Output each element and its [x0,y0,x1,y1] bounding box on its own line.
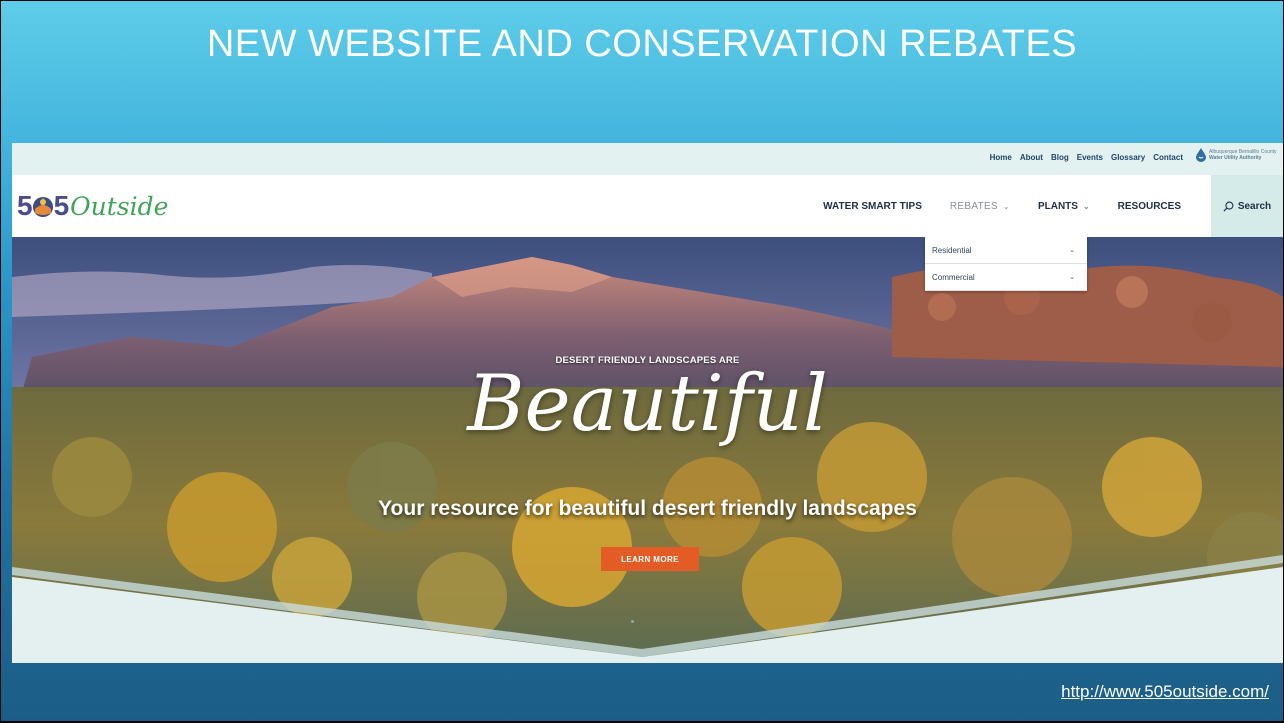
hero-banner: Residential ⌄ Commercial ⌄ DESERT FRIEND… [12,237,1283,663]
slide-title: NEW WEBSITE AND CONSERVATION REBATES [206,23,1078,65]
dropdown-item-commercial[interactable]: Commercial ⌄ [925,264,1087,291]
utility-link-events[interactable]: Events [1077,153,1103,162]
utility-link-glossary[interactable]: Glossary [1111,153,1145,162]
search-icon [1223,201,1234,212]
utility-link-about[interactable]: About [1020,153,1043,162]
main-menu: WATER SMART TIPS REBATES ⌄ PLANTS ⌄ RESO… [823,175,1181,237]
main-navbar: 5 5 Outside WATER SMART TIPS REBATES ⌄ P… [12,175,1283,237]
website-screenshot: Home About Blog Events Glossary Contact … [12,143,1283,663]
utility-link-home[interactable]: Home [990,153,1012,162]
water-drop-icon [1196,148,1206,162]
dropdown-item-label: Residential [932,245,972,255]
site-logo[interactable]: 5 5 Outside [17,189,168,223]
search-label: Search [1237,200,1272,212]
dropdown-item-label: Commercial [932,272,975,282]
logo-digit-suffix: 5 [53,190,70,221]
utility-link-contact[interactable]: Contact [1153,153,1183,162]
dropdown-item-residential[interactable]: Residential ⌄ [925,237,1087,264]
chevron-down-icon: ⌄ [1069,274,1075,281]
utility-links: Home About Blog Events Glossary Contact [990,153,1183,162]
authority-line-2: Water Utility Authority [1209,155,1262,161]
hero-subheadline: Your resource for beautiful desert frien… [378,497,917,520]
website-url-link[interactable]: http://www.505outside.com/ [1061,682,1269,702]
rebates-dropdown-menu: Residential ⌄ Commercial ⌄ [925,237,1087,291]
menu-item-resources[interactable]: RESOURCES [1118,201,1181,212]
menu-item-label: REBATES [949,200,998,212]
utility-bar: Home About Blog Events Glossary Contact … [12,143,1283,175]
utility-link-blog[interactable]: Blog [1051,153,1069,162]
hero-headline: Beautiful [467,359,828,449]
learn-more-button[interactable]: LEARN MORE [601,547,699,571]
logo-digit-prefix: 5 [17,190,33,221]
chevron-down-icon: ⌄ [1002,201,1010,211]
search-button[interactable]: Search [1211,175,1283,237]
menu-item-rebates[interactable]: REBATES ⌄ [950,201,1010,212]
chevron-down-icon: ⌄ [1082,201,1090,211]
water-authority-logo[interactable]: Albuquerque Bernalillo County Water Util… [1196,148,1283,162]
chevron-down-icon: ⌄ [1069,247,1075,254]
slide: NEW WEBSITE AND CONSERVATION REBATES Hom… [1,1,1283,721]
menu-item-water-smart-tips[interactable]: WATER SMART TIPS [823,201,922,212]
menu-item-label: PLANTS [1037,200,1078,212]
menu-item-plants[interactable]: PLANTS ⌄ [1038,201,1090,212]
logo-emblem-icon [32,196,53,217]
hero-landscape-image [12,237,1283,663]
carousel-indicator[interactable] [631,620,634,623]
logo-word: Outside [70,191,169,221]
menu-item-label: WATER SMART TIPS [823,200,922,212]
menu-item-label: RESOURCES [1117,200,1181,212]
